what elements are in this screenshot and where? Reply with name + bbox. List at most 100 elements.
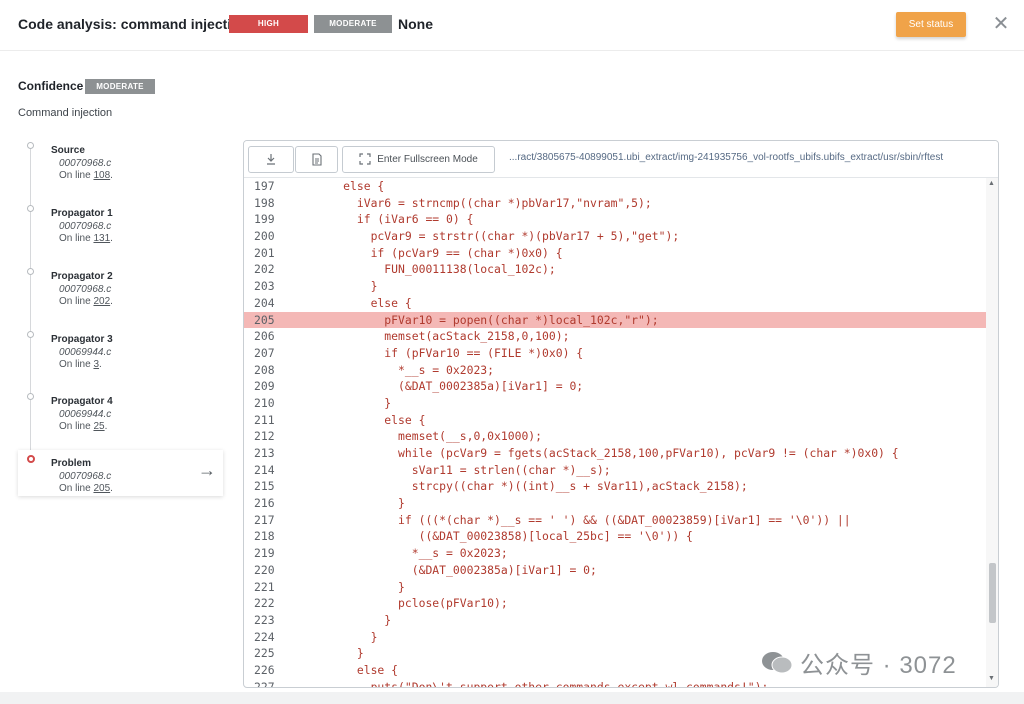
flow-step-source[interactable]: Source 00070968.c On line 108.: [18, 137, 223, 187]
step-dot-icon: [27, 393, 34, 400]
arrow-right-icon[interactable]: →: [198, 460, 216, 481]
code-text: else {: [302, 662, 399, 677]
code-text: memset(__s,0,0x1000);: [302, 429, 543, 444]
line-number: 199: [254, 212, 275, 227]
code-text: pFVar10 = popen((char *)local_102c,"r");: [302, 312, 659, 327]
code-text: else {: [302, 295, 412, 310]
code-line: 201 if (pcVar9 == (char *)0x0) {: [244, 245, 986, 262]
step-line-link[interactable]: 202: [93, 296, 110, 307]
step-name: Propagator 1: [51, 208, 113, 219]
code-scrollbar[interactable]: ▲ ▼: [986, 178, 998, 687]
code-listing: 197 else {198 iVar6 = strncmp((char *)pb…: [244, 178, 986, 687]
code-text: memset(acStack_2158,0,100);: [302, 329, 570, 344]
code-line: 222 pclose(pFVar10);: [244, 595, 986, 612]
step-line: On line 25.: [59, 421, 108, 432]
code-text: ((&DAT_00023858)[local_25bc] == '\0')) {: [302, 529, 693, 544]
code-line: 214 sVar11 = strlen((char *)__s);: [244, 462, 986, 479]
code-text: }: [302, 612, 392, 627]
code-line: 218 ((&DAT_00023858)[local_25bc] == '\0'…: [244, 528, 986, 545]
file-button[interactable]: [295, 146, 338, 173]
flow-step-propagator-3[interactable]: Propagator 3 00069944.c On line 3.: [18, 326, 223, 376]
step-dot-active-icon: [27, 455, 35, 463]
code-text: }: [302, 279, 378, 294]
code-line: 208 *__s = 0x2023;: [244, 362, 986, 379]
step-file: 00069944.c: [59, 347, 112, 358]
scroll-up-icon[interactable]: ▲: [988, 180, 995, 187]
code-text: if (iVar6 == 0) {: [302, 212, 474, 227]
step-line-link[interactable]: 108: [93, 170, 110, 181]
code-line: 202 FUN_00011138(local_102c);: [244, 261, 986, 278]
code-text: }: [302, 395, 392, 410]
status-value: None: [398, 16, 433, 32]
code-line: 215 strcpy((char *)((int)__s + sVar11),a…: [244, 478, 986, 495]
code-text: FUN_00011138(local_102c);: [302, 262, 556, 277]
step-line-link[interactable]: 205: [93, 483, 110, 494]
issue-type-label: Command injection: [18, 107, 113, 119]
step-line-link[interactable]: 131: [93, 233, 110, 244]
code-text: pcVar9 = strstr((char *)(pbVar17 + 5),"g…: [302, 229, 680, 244]
code-line: 200 pcVar9 = strstr((char *)(pbVar17 + 5…: [244, 228, 986, 245]
code-text: pclose(pFVar10);: [302, 596, 508, 611]
code-text: else {: [302, 412, 426, 427]
line-number: 222: [254, 596, 275, 611]
step-file: 00070968.c: [59, 471, 112, 482]
line-number: 198: [254, 195, 275, 210]
bottom-strip: [0, 692, 1024, 704]
step-dot-icon: [27, 142, 34, 149]
code-text: *__s = 0x2023;: [302, 362, 495, 377]
line-number: 214: [254, 462, 275, 477]
file-path: ...ract/3805675-40899051.ubi_extract/img…: [509, 152, 944, 163]
step-line: On line 131.: [59, 233, 113, 244]
flow-step-propagator-4[interactable]: Propagator 4 00069944.c On line 25.: [18, 388, 223, 438]
code-line: 203 }: [244, 278, 986, 295]
code-line: 219 *__s = 0x2023;: [244, 545, 986, 562]
watermark-text: 公众号 · 3072: [800, 652, 957, 679]
line-number: 217: [254, 512, 275, 527]
code-line: 211 else {: [244, 412, 986, 429]
code-text: *__s = 0x2023;: [302, 546, 508, 561]
step-line-link[interactable]: 25: [93, 421, 104, 432]
step-name: Propagator 3: [51, 334, 113, 345]
line-number: 205: [254, 312, 275, 327]
step-line: On line 3.: [59, 359, 102, 370]
step-line: On line 108.: [59, 170, 113, 181]
line-number: 206: [254, 329, 275, 344]
scroll-thumb[interactable]: [989, 563, 996, 623]
code-line-highlighted: 205 pFVar10 = popen((char *)local_102c,"…: [244, 311, 986, 329]
download-button[interactable]: [248, 146, 294, 173]
confidence-label: Confidence: [18, 79, 84, 93]
code-line: 209 (&DAT_0002385a)[iVar1] = 0;: [244, 378, 986, 395]
code-text: else {: [302, 179, 385, 193]
line-number: 210: [254, 395, 275, 410]
line-number: 221: [254, 579, 275, 594]
code-line: 221 }: [244, 579, 986, 596]
line-number: 200: [254, 229, 275, 244]
code-text: }: [302, 646, 364, 661]
set-status-button[interactable]: Set status: [896, 12, 966, 37]
flow-step-problem[interactable]: Problem 00070968.c On line 205. →: [18, 450, 223, 496]
fullscreen-button[interactable]: Enter Fullscreen Mode: [342, 146, 495, 173]
code-line: 206 memset(acStack_2158,0,100);: [244, 328, 986, 345]
code-line: 223 }: [244, 612, 986, 629]
scroll-down-icon[interactable]: ▼: [988, 675, 995, 682]
line-number: 225: [254, 646, 275, 661]
step-name: Problem: [51, 458, 92, 469]
step-dot-icon: [27, 205, 34, 212]
flow-step-propagator-1[interactable]: Propagator 1 00070968.c On line 131.: [18, 200, 223, 250]
code-text: puts("Don\'t support other commands exce…: [302, 679, 769, 687]
code-line: 198 iVar6 = strncmp((char *)pbVar17,"nvr…: [244, 195, 986, 212]
line-number: 212: [254, 429, 275, 444]
flow-step-propagator-2[interactable]: Propagator 2 00070968.c On line 202.: [18, 263, 223, 313]
fullscreen-label: Enter Fullscreen Mode: [377, 154, 478, 165]
line-number: 211: [254, 412, 275, 427]
code-text: while (pcVar9 = fgets(acStack_2158,100,p…: [302, 446, 899, 460]
step-file: 00070968.c: [59, 221, 112, 232]
step-file: 00070968.c: [59, 284, 112, 295]
code-viewer: Enter Fullscreen Mode ...ract/3805675-40…: [243, 140, 999, 688]
wechat-logo-icon: [762, 652, 793, 674]
line-number: 224: [254, 629, 275, 644]
close-icon[interactable]: ✕: [990, 13, 1012, 35]
confidence-badge: MODERATE: [85, 79, 155, 94]
dialog-title: Code analysis: command injection: [18, 16, 249, 32]
fullscreen-icon: [359, 153, 371, 165]
